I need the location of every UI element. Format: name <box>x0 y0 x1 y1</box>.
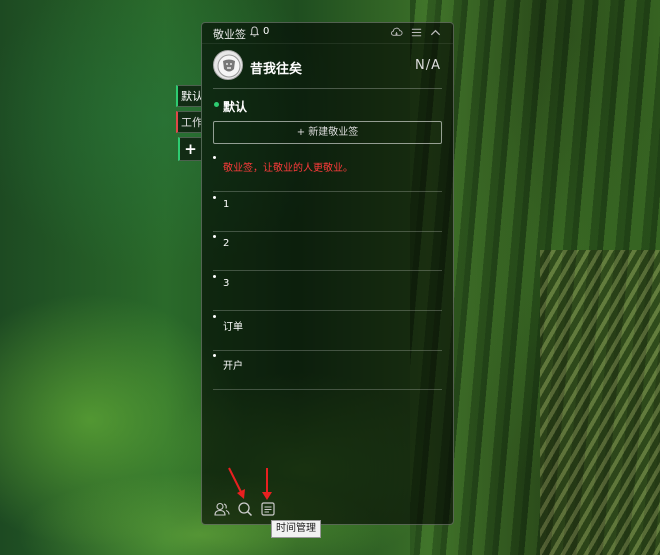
note-item[interactable]: 订单 <box>213 311 442 351</box>
tooltip: 时间管理 <box>271 520 321 538</box>
note-item[interactable]: 3 <box>213 271 442 311</box>
note-bullet <box>213 235 216 238</box>
note-item[interactable]: 敬业签，让敬业的人更敬业。 <box>213 152 442 192</box>
annotation-arrow <box>228 467 245 499</box>
avatar[interactable] <box>213 50 243 80</box>
note-text: 敬业签，让敬业的人更敬业。 <box>223 163 353 174</box>
side-tab-add[interactable]: + <box>178 137 201 161</box>
note-item[interactable]: 2 <box>213 231 442 271</box>
note-item[interactable]: 开户 <box>213 350 442 390</box>
username[interactable]: 昔我往矣 <box>250 58 302 77</box>
note-text: 3 <box>223 278 230 289</box>
new-note-button[interactable]: + 新建敬业签 <box>213 121 442 144</box>
time-management-icon[interactable] <box>260 501 276 517</box>
note-divider <box>213 389 442 390</box>
note-text: 订单 <box>223 322 243 333</box>
annotation-arrow <box>262 468 272 500</box>
app-title: 敬业签 <box>213 28 246 41</box>
divider <box>213 88 442 89</box>
cloud-icon[interactable] <box>390 26 403 39</box>
search-icon[interactable] <box>237 501 253 517</box>
note-text: 1 <box>223 199 230 210</box>
background-bark-texture <box>540 250 660 555</box>
note-panel: 敬业签 0 昔我往矣 N/A 默认 + 新建敬业签 敬业签，让敬业的人更敬业。 <box>201 22 454 525</box>
side-tab-default[interactable]: 默认 <box>176 85 201 107</box>
group-indicator-dot <box>214 102 219 107</box>
note-text: 2 <box>223 238 230 249</box>
note-item[interactable]: 1 <box>213 192 442 232</box>
menu-icon[interactable] <box>410 26 423 39</box>
note-bullet <box>213 156 216 159</box>
note-text: 开户 <box>223 361 243 372</box>
group-name: 默认 <box>223 100 248 114</box>
note-bullet <box>213 196 216 199</box>
user-status: N/A <box>415 58 441 73</box>
note-bullet <box>213 275 216 278</box>
title-bar: 敬业签 0 <box>202 23 453 44</box>
side-tab-work[interactable]: 工作 <box>176 111 201 133</box>
contacts-icon[interactable] <box>214 501 230 517</box>
collapse-icon[interactable] <box>429 26 442 39</box>
bell-icon[interactable] <box>249 26 260 37</box>
notification-count: 0 <box>263 26 270 37</box>
note-bullet <box>213 354 216 357</box>
note-bullet <box>213 315 216 318</box>
